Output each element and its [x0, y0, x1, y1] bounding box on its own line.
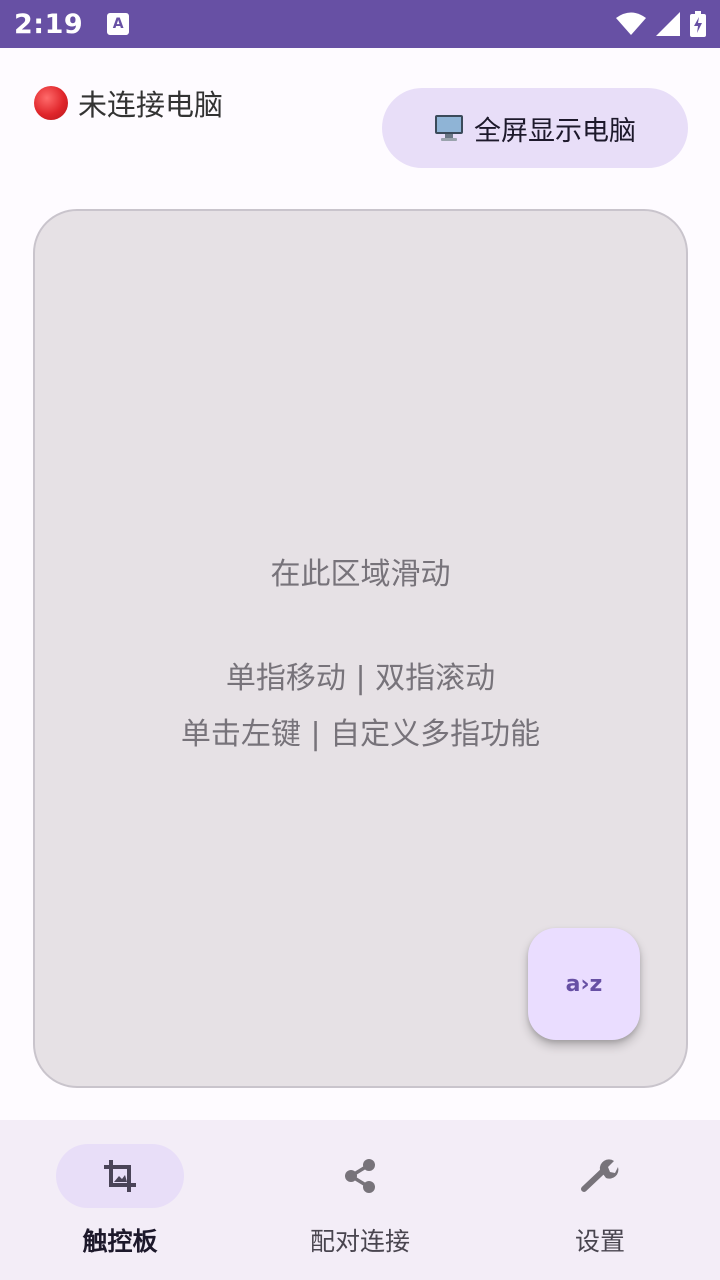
fullscreen-display-button[interactable]: 全屏显示电脑: [382, 88, 688, 168]
text-a-icon: A: [107, 13, 130, 35]
keyboard-fab-button[interactable]: a›z: [528, 928, 640, 1040]
status-bar: 2:19 A: [0, 0, 720, 48]
crop-icon: [104, 1160, 136, 1192]
nav-item-touchpad[interactable]: 触控板: [0, 1120, 240, 1280]
nav-item-settings[interactable]: 设置: [480, 1120, 720, 1280]
status-time: 2:19: [14, 8, 84, 40]
fullscreen-button-label: 全屏显示电脑: [474, 115, 636, 146]
status-icons: [616, 11, 706, 37]
disconnected-indicator-icon: [34, 86, 68, 120]
bottom-navigation: 触控板 配对连接 设置: [0, 1120, 720, 1280]
signal-icon: [656, 12, 680, 36]
battery-icon: [690, 11, 706, 37]
nav-label-touchpad: 触控板: [82, 1227, 158, 1256]
keyboard-az-icon: a›z: [565, 971, 603, 997]
touchpad-hint-line-1: 单指移动 | 双指滚动: [225, 661, 496, 696]
wifi-icon: [616, 12, 646, 35]
wrench-icon: [581, 1159, 619, 1192]
touchpad-hint-line-2: 单击左键 | 自定义多指功能: [180, 717, 541, 752]
connection-status-text: 未连接电脑: [78, 88, 224, 122]
nav-label-pairing: 配对连接: [309, 1227, 410, 1256]
share-icon: [345, 1159, 375, 1193]
nav-item-pairing[interactable]: 配对连接: [240, 1120, 480, 1280]
monitor-icon: [435, 115, 463, 141]
connection-status: 未连接电脑: [34, 84, 223, 122]
nav-label-settings: 设置: [574, 1227, 625, 1256]
touchpad-hint-title: 在此区域滑动: [270, 557, 451, 592]
